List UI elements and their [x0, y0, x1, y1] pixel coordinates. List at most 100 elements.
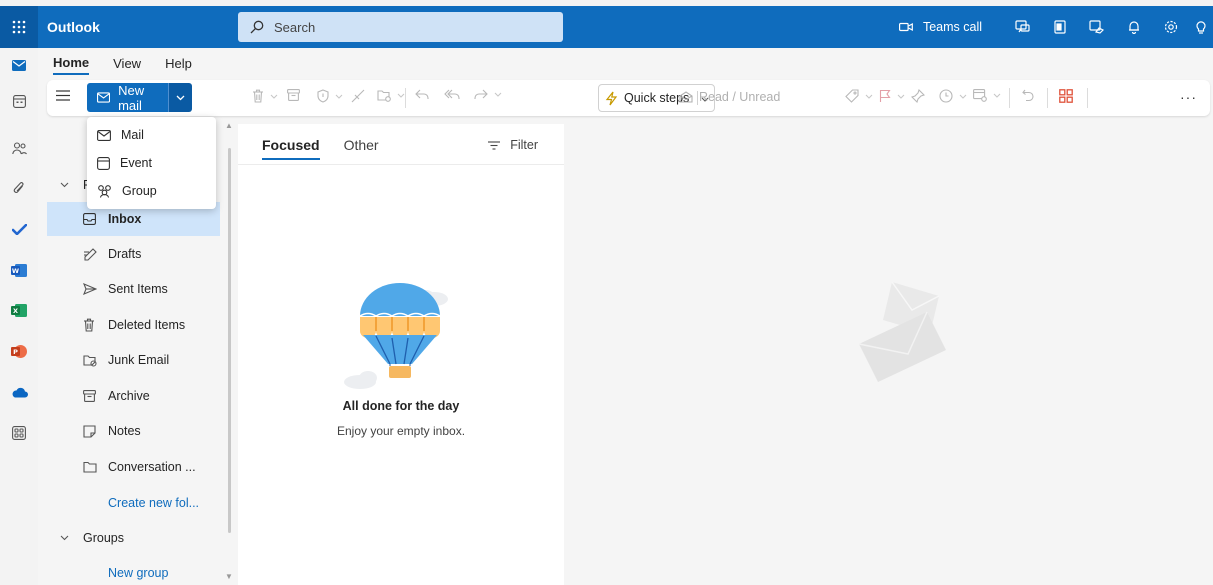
rail-calendar[interactable] — [0, 88, 38, 114]
teams-call-button[interactable]: Teams call — [898, 20, 982, 34]
tab-help[interactable]: Help — [165, 50, 192, 74]
reply-all-button[interactable] — [444, 89, 460, 100]
archive-button[interactable] — [287, 89, 300, 101]
folder-drafts[interactable]: Drafts — [47, 237, 220, 271]
undo-button[interactable] — [1022, 89, 1034, 102]
menu-item-label: Event — [120, 156, 152, 170]
menu-item-event[interactable]: Event — [87, 149, 216, 177]
svg-text:W: W — [12, 267, 19, 275]
rail-word[interactable]: W — [0, 257, 38, 283]
list-divider — [238, 164, 564, 165]
tips-button[interactable] — [1189, 20, 1213, 34]
filter-label: Filter — [510, 138, 538, 152]
search-box[interactable]: Search — [238, 12, 563, 42]
toggle-folder-pane-button[interactable] — [56, 89, 70, 104]
chevron-down-icon — [897, 94, 905, 99]
addins-button[interactable] — [1059, 89, 1073, 103]
new-mail-dropdown-button[interactable] — [168, 83, 192, 112]
rail-files[interactable] — [0, 175, 38, 201]
reply-all-icon — [444, 89, 460, 99]
pin-icon — [911, 89, 925, 103]
delete-button[interactable] — [252, 89, 278, 103]
settings-button[interactable] — [1152, 20, 1189, 34]
hamburger-icon — [56, 90, 70, 101]
rail-powerpoint[interactable]: P — [0, 338, 38, 364]
folder-scroll-down[interactable]: ▼ — [225, 572, 233, 581]
forward-button[interactable] — [474, 89, 502, 100]
envelope-open-icon — [679, 91, 693, 103]
rules-button[interactable] — [973, 89, 1001, 102]
tab-focused[interactable]: Focused — [262, 137, 320, 160]
new-group-link[interactable]: New group — [47, 561, 220, 585]
app-launcher-button[interactable] — [0, 6, 38, 48]
lightning-icon — [605, 91, 618, 105]
read-unread-label: Read / Unread — [699, 90, 781, 104]
folder-label: Junk Email — [108, 353, 170, 367]
reading-pane — [564, 124, 1213, 585]
read-unread-button[interactable]: Read / Unread — [679, 90, 780, 104]
report-button[interactable] — [317, 89, 343, 103]
groups-section-label: Groups — [83, 531, 124, 545]
rail-excel[interactable]: X — [0, 297, 38, 323]
folder-junk-email[interactable]: Junk Email — [47, 343, 220, 377]
snooze-button[interactable] — [939, 89, 967, 103]
video-icon — [898, 22, 913, 32]
mail-icon — [12, 59, 26, 71]
folder-deleted-items[interactable]: Deleted Items — [47, 308, 220, 342]
notifications-button[interactable] — [1115, 20, 1152, 34]
attachment-icon — [13, 181, 24, 193]
tab-other[interactable]: Other — [344, 137, 379, 160]
search-input[interactable]: Search — [274, 20, 315, 35]
rail-mail[interactable] — [0, 52, 38, 78]
rail-more-apps[interactable] — [0, 420, 38, 446]
app-title[interactable]: Outlook — [47, 19, 100, 35]
group-icon — [98, 185, 111, 198]
folder-scroll-up[interactable]: ▲ — [225, 121, 233, 130]
clock-icon — [939, 89, 953, 103]
office-apps-button[interactable] — [1041, 20, 1078, 34]
menu-item-group[interactable]: Group — [87, 177, 216, 205]
hot-air-balloon-illustration — [344, 283, 448, 389]
new-mail-label: New mail — [118, 83, 145, 112]
feedback-button[interactable] — [1004, 20, 1041, 34]
tab-home[interactable]: Home — [53, 49, 90, 75]
tab-view[interactable]: View — [113, 50, 141, 74]
folder-label: Sent Items — [108, 282, 168, 296]
flag-button[interactable] — [879, 89, 905, 103]
create-new-folder-link[interactable]: Create new fol... — [47, 486, 220, 520]
inbox-tabs: Focused Other — [262, 137, 403, 160]
archive-icon — [287, 89, 300, 101]
rail-people[interactable] — [0, 135, 38, 161]
menu-item-mail[interactable]: Mail — [87, 121, 216, 149]
powerpoint-icon: P — [11, 344, 27, 358]
chat-icon — [1015, 20, 1030, 33]
people-icon — [11, 141, 27, 154]
sweep-button[interactable] — [351, 89, 365, 103]
folder-sent-items[interactable]: Sent Items — [47, 272, 220, 306]
folder-pane-scrollbar[interactable] — [228, 148, 231, 533]
mail-icon — [97, 129, 111, 141]
move-to-button[interactable] — [377, 89, 405, 102]
folder-label: Conversation ... — [108, 460, 196, 474]
chevron-down-icon — [60, 535, 69, 541]
folder-notes[interactable]: Notes — [47, 414, 220, 448]
rail-onedrive[interactable] — [0, 379, 38, 405]
reply-button[interactable] — [415, 89, 429, 100]
flag-icon — [879, 89, 891, 102]
groups-section-header[interactable]: Groups — [47, 523, 220, 553]
menu-item-label: Group — [122, 184, 157, 198]
folder-label: Inbox — [108, 212, 142, 226]
menu-item-label: Mail — [121, 128, 144, 142]
top-bar: Outlook Search Teams call — [0, 6, 1213, 48]
pin-button[interactable] — [911, 89, 925, 103]
new-mail-button[interactable]: New mail — [87, 83, 168, 112]
whats-new-button[interactable] — [1078, 20, 1115, 34]
filter-button[interactable]: Filter — [488, 138, 538, 152]
empty-state-title: All done for the day — [342, 399, 460, 413]
folder-conversation-history[interactable]: Conversation ... — [47, 450, 220, 484]
categorize-button[interactable] — [845, 89, 873, 103]
rail-todo[interactable] — [0, 216, 38, 242]
folder-label: Notes — [108, 424, 141, 438]
more-options-button[interactable]: ··· — [1180, 89, 1197, 105]
folder-archive[interactable]: Archive — [47, 379, 220, 413]
